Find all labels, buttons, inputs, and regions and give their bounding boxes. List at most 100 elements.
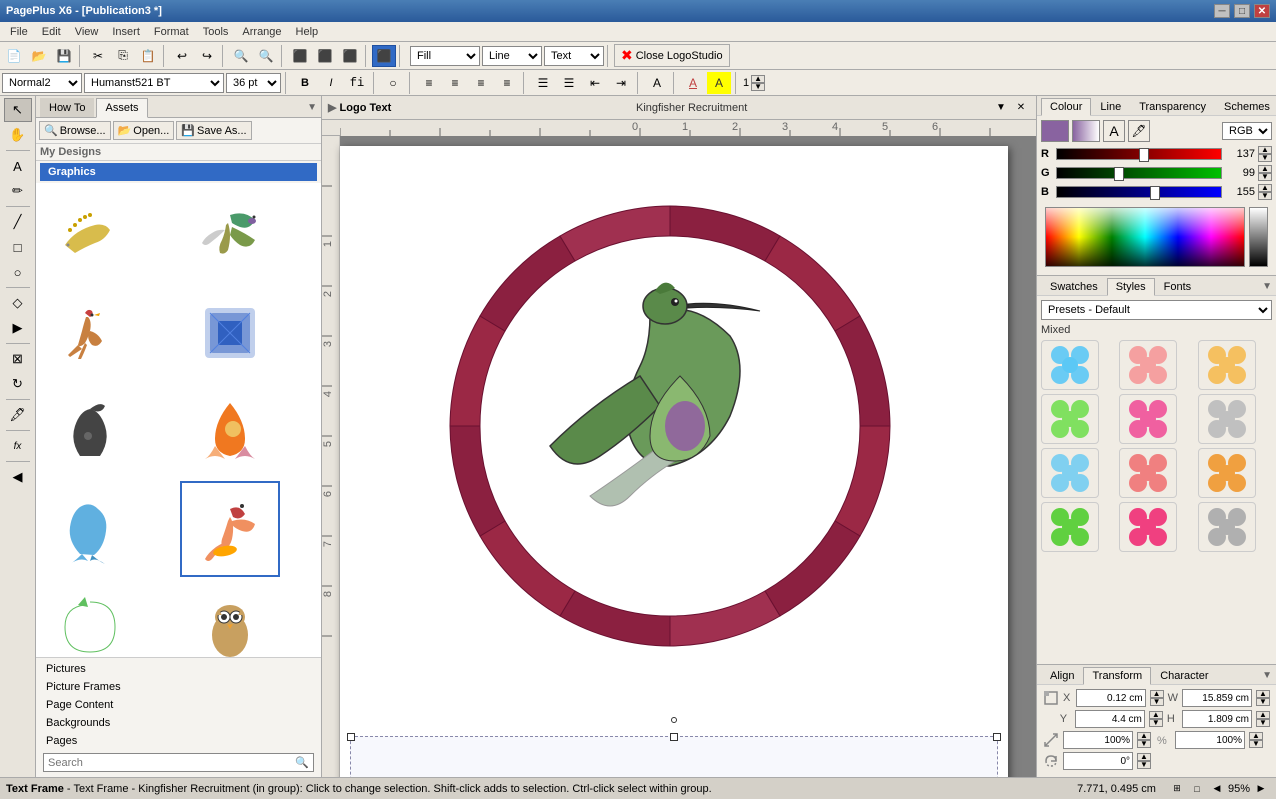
swatches-expand-icon[interactable]: ▼ bbox=[1262, 281, 1272, 292]
new-button[interactable]: 📄 bbox=[2, 45, 26, 67]
b-spin-down[interactable]: ▼ bbox=[1258, 192, 1272, 200]
logo-expand-button[interactable]: ▼ bbox=[992, 99, 1010, 117]
styles-tab[interactable]: Styles bbox=[1107, 278, 1155, 296]
canvas-scroll[interactable]: 1 2 3 4 5 6 7 8 bbox=[322, 136, 1036, 777]
asset-hummingbird[interactable] bbox=[180, 187, 280, 283]
open-asset-button[interactable]: 📂 Open... bbox=[113, 121, 175, 140]
pencil-tool[interactable]: ✏ bbox=[4, 179, 32, 203]
cut-button[interactable]: ✂ bbox=[86, 45, 110, 67]
rotate-tool[interactable]: ↻ bbox=[4, 372, 32, 396]
close-logostudio-button[interactable]: ✖ Close LogoStudio bbox=[614, 44, 730, 67]
list-ul-button[interactable]: ☰ bbox=[531, 72, 555, 94]
x-spin-down[interactable]: ▼ bbox=[1150, 698, 1164, 706]
line-dropdown[interactable]: Line bbox=[482, 46, 542, 66]
list-ol-button[interactable]: ☰ bbox=[557, 72, 581, 94]
align-right-text[interactable]: ≡ bbox=[469, 72, 493, 94]
rotate-spin-down[interactable]: ▼ bbox=[1137, 761, 1151, 769]
browse-button[interactable]: 🔍 Browse... bbox=[39, 121, 111, 140]
menu-edit[interactable]: Edit bbox=[36, 24, 67, 40]
align-left-text[interactable]: ≡ bbox=[417, 72, 441, 94]
select-tool[interactable]: ↖ bbox=[4, 98, 32, 122]
my-designs-link[interactable]: My Designs bbox=[40, 146, 101, 158]
align-right-btn[interactable]: ⬛ bbox=[338, 45, 362, 67]
next-page-button[interactable]: ▶ bbox=[1252, 780, 1270, 798]
font-style-combo[interactable]: Normal2 bbox=[2, 73, 82, 93]
align-center-text[interactable]: ≡ bbox=[443, 72, 467, 94]
backgrounds-item[interactable]: Backgrounds bbox=[40, 714, 317, 732]
underline-button[interactable]: fi bbox=[345, 72, 369, 94]
cat-graphics[interactable]: Graphics bbox=[40, 163, 317, 181]
style-swatch-6[interactable] bbox=[1198, 394, 1256, 444]
eyedropper-btn[interactable]: 🖋 bbox=[1128, 120, 1150, 142]
transform-tab[interactable]: Transform bbox=[1083, 667, 1151, 685]
presets-select[interactable]: Presets - Default bbox=[1041, 300, 1272, 320]
logo-close-button[interactable]: ✕ bbox=[1012, 99, 1030, 117]
menu-help[interactable]: Help bbox=[290, 24, 325, 40]
asset-water-drop[interactable] bbox=[180, 383, 280, 479]
fill-swatch-btn[interactable] bbox=[1041, 120, 1069, 142]
rotate-handle[interactable] bbox=[671, 717, 677, 723]
scaley-spin-down[interactable]: ▼ bbox=[1249, 740, 1263, 748]
menu-arrange[interactable]: Arrange bbox=[236, 24, 287, 40]
y-spin-down[interactable]: ▼ bbox=[1149, 719, 1163, 727]
align-center-btn[interactable]: ⬛ bbox=[313, 45, 337, 67]
r-spin-down[interactable]: ▼ bbox=[1258, 154, 1272, 162]
style-swatch-11[interactable] bbox=[1119, 502, 1177, 552]
w-spin-down[interactable]: ▼ bbox=[1256, 698, 1270, 706]
tab-howto[interactable]: How To bbox=[40, 98, 94, 117]
indent-inc-button[interactable]: ⇥ bbox=[609, 72, 633, 94]
g-slider-track[interactable] bbox=[1056, 167, 1222, 179]
zoom-in-button[interactable]: 🔍 bbox=[229, 45, 253, 67]
menu-file[interactable]: File bbox=[4, 24, 34, 40]
search-input[interactable] bbox=[48, 757, 293, 769]
search-box[interactable]: 🔍 bbox=[43, 753, 314, 772]
colour-picker[interactable] bbox=[1045, 207, 1245, 267]
asset-swirl[interactable] bbox=[40, 579, 140, 657]
line-tab[interactable]: Line bbox=[1091, 98, 1130, 115]
assets-expand-icon[interactable]: ▼ bbox=[307, 102, 317, 113]
highlight-color-button[interactable]: A bbox=[707, 72, 731, 94]
pan-tool[interactable]: ✋ bbox=[4, 123, 32, 147]
paste-button[interactable]: 📋 bbox=[136, 45, 160, 67]
rotate-input[interactable] bbox=[1063, 752, 1133, 770]
minimize-button[interactable]: ─ bbox=[1214, 4, 1230, 18]
asset-liquid[interactable] bbox=[40, 383, 140, 479]
page-content-item[interactable]: Page Content bbox=[40, 696, 317, 714]
x-input[interactable] bbox=[1076, 689, 1146, 707]
prev-page-button[interactable]: ◀ bbox=[1208, 780, 1226, 798]
style-swatch-9[interactable] bbox=[1198, 448, 1256, 498]
maximize-button[interactable]: □ bbox=[1234, 4, 1250, 18]
transparency-tab[interactable]: Transparency bbox=[1130, 98, 1215, 115]
style-swatch-3[interactable] bbox=[1198, 340, 1256, 390]
fill-dropdown[interactable]: Fill bbox=[410, 46, 480, 66]
italic-button[interactable]: I bbox=[319, 72, 343, 94]
style-swatch-2[interactable] bbox=[1119, 340, 1177, 390]
text-tool[interactable]: A bbox=[4, 154, 32, 178]
pages-item[interactable]: Pages bbox=[40, 732, 317, 750]
expand-btn[interactable]: ▶ bbox=[4, 316, 32, 340]
font-family-combo[interactable]: Humanst521 BT bbox=[84, 73, 224, 93]
copy-button[interactable]: ⎘ bbox=[111, 45, 135, 67]
g-spin-down[interactable]: ▼ bbox=[1258, 173, 1272, 181]
align-justify-text[interactable]: ≡ bbox=[495, 72, 519, 94]
expand-tools[interactable]: ◀ bbox=[4, 465, 32, 489]
asset-water-splash[interactable] bbox=[40, 481, 140, 577]
char-format-button[interactable]: A bbox=[645, 72, 669, 94]
r-slider-track[interactable] bbox=[1056, 148, 1222, 160]
colour-tab[interactable]: Colour bbox=[1041, 98, 1091, 116]
handle-tm[interactable] bbox=[670, 733, 678, 741]
schemes-tab[interactable]: Schemes bbox=[1215, 98, 1276, 115]
g-slider-thumb[interactable] bbox=[1114, 167, 1124, 181]
indent-dec-button[interactable]: ⇤ bbox=[583, 72, 607, 94]
titlebar-controls[interactable]: ─ □ ✕ bbox=[1214, 4, 1270, 18]
h-input[interactable] bbox=[1182, 710, 1252, 728]
text-color-button[interactable]: A bbox=[681, 72, 705, 94]
align-tab[interactable]: Align bbox=[1041, 667, 1083, 684]
scalex-spin-down[interactable]: ▼ bbox=[1137, 740, 1151, 748]
text-wrap-btn[interactable]: ⬛ bbox=[372, 45, 396, 67]
align-expand-icon[interactable]: ▼ bbox=[1262, 670, 1272, 681]
zoom-fit-button[interactable]: ⊞ bbox=[1168, 780, 1186, 798]
scale-y-input[interactable] bbox=[1175, 731, 1245, 749]
handle-tr[interactable] bbox=[993, 733, 1001, 741]
asset-crane[interactable] bbox=[180, 481, 280, 577]
